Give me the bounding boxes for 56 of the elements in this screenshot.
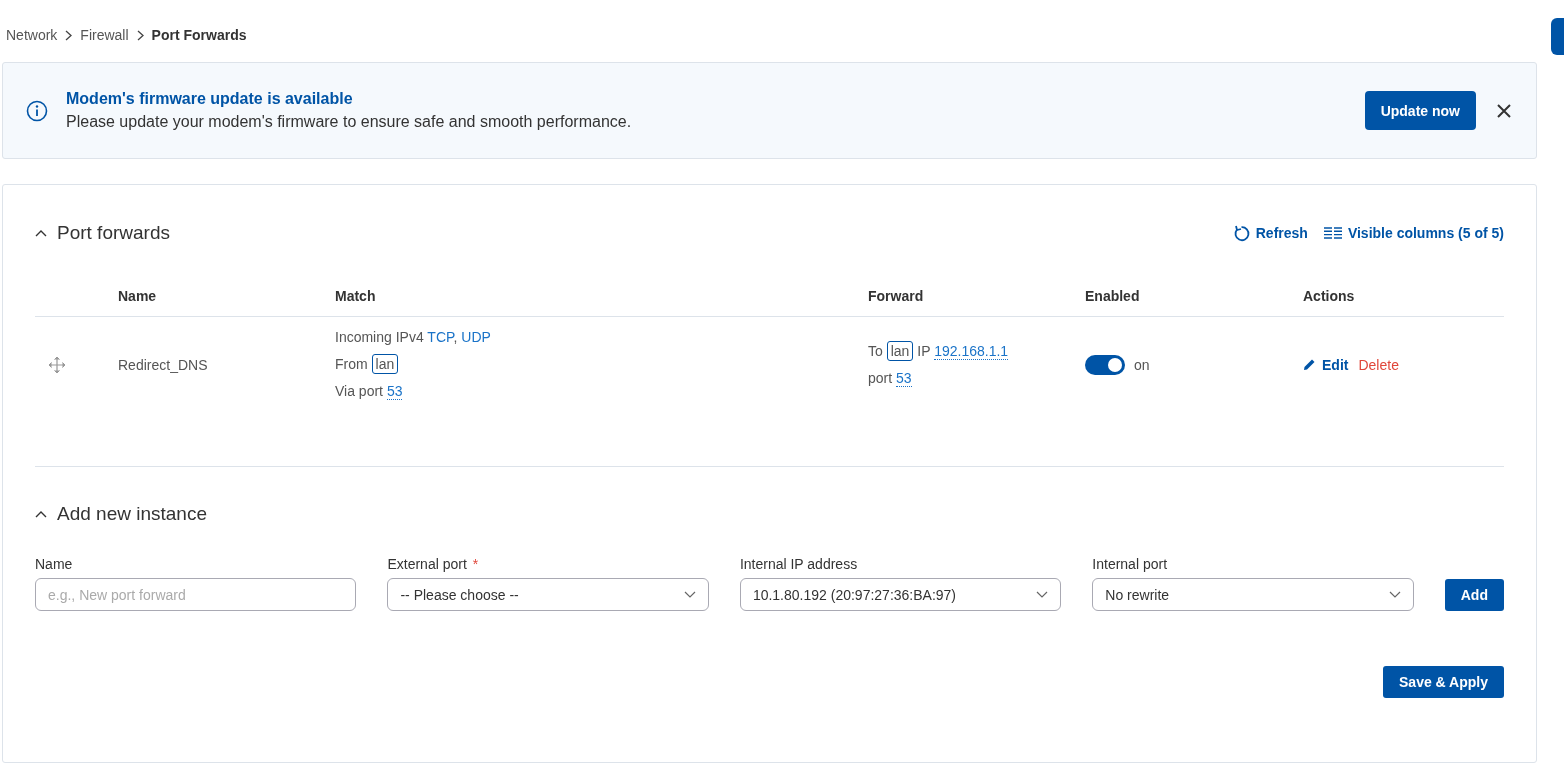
chevron-right-icon — [65, 29, 73, 41]
chevron-up-icon[interactable] — [35, 229, 47, 237]
section-title: Port forwards — [57, 222, 171, 244]
value-link[interactable]: 53 — [896, 369, 912, 387]
section-title: Add new instance — [57, 503, 208, 525]
chevron-up-icon[interactable] — [35, 510, 47, 518]
close-icon[interactable] — [1496, 102, 1512, 119]
name-input[interactable]: e.g., New port forward — [35, 578, 357, 611]
notice-message: Please update your modem's firmware to ensure safe and smooth performance. — [66, 113, 633, 131]
drag-handle-icon[interactable] — [47, 354, 67, 375]
chevron-down-icon — [1036, 591, 1049, 598]
match-text: Via port 53 — [335, 382, 404, 402]
field-label: External port — [387, 556, 467, 572]
field-label: Internal IP address — [739, 556, 858, 572]
enabled-toggle[interactable] — [1085, 354, 1125, 375]
toggle-label: on — [1134, 356, 1150, 373]
field-label: Name — [35, 556, 73, 572]
dropdown-field[interactable]: 10.1.80.192 (20:97:27:36:BA:97) — [739, 578, 1062, 611]
edit-button[interactable]: Edit — [1303, 356, 1349, 373]
required-mark: * — [472, 556, 479, 572]
visible-columns-button[interactable]: Visible columns (5 of 5) — [1323, 225, 1504, 241]
add-button[interactable]: Add — [1444, 579, 1504, 611]
info-icon — [26, 99, 48, 122]
protocol-link[interactable]: UDP — [461, 329, 491, 345]
chevron-down-icon — [1388, 591, 1401, 598]
zone-tag: lan — [371, 354, 399, 374]
match-text: From lan — [335, 354, 868, 375]
columns-icon — [1323, 227, 1342, 239]
breadcrumb-current: Port Forwards — [151, 27, 247, 43]
notice-title: Modem's firmware update is available — [66, 90, 354, 108]
column-header: Name — [118, 288, 157, 304]
forward-text: To lan IP 192.168.1.1 — [868, 340, 1010, 362]
pencil-icon — [1303, 358, 1316, 371]
chevron-right-icon — [136, 29, 144, 41]
field-label: Internal port — [1092, 556, 1168, 572]
column-header: Actions — [1303, 288, 1355, 304]
value-link[interactable]: 53 — [386, 383, 403, 400]
column-header: Enabled — [1085, 288, 1140, 304]
delete-button[interactable]: Delete — [1358, 356, 1399, 373]
dropdown-field[interactable]: No rewrite — [1092, 578, 1414, 611]
breadcrumb-link[interactable]: Network — [6, 27, 58, 43]
protocol-link[interactable]: TCP — [427, 329, 454, 345]
rule-name: Redirect_DNS — [118, 356, 209, 373]
refresh-button[interactable]: Refresh — [1232, 224, 1308, 242]
zone-tag: lan — [886, 340, 914, 361]
forward-text: port 53 — [868, 368, 913, 389]
column-header: Forward — [868, 288, 924, 304]
match-text: Incoming IPv4 TCP, UDP — [335, 328, 492, 347]
chevron-down-icon — [683, 591, 696, 598]
refresh-icon — [1232, 224, 1250, 242]
column-header: Match — [335, 288, 376, 304]
update-now-button[interactable]: Update now — [1364, 91, 1476, 130]
dropdown-field[interactable]: -- Please choose -- — [387, 578, 709, 611]
save-apply-button[interactable]: Save & Apply — [1383, 666, 1504, 698]
value-link[interactable]: 192.168.1.1 — [934, 342, 1009, 360]
breadcrumb-link[interactable]: Firewall — [80, 27, 129, 43]
